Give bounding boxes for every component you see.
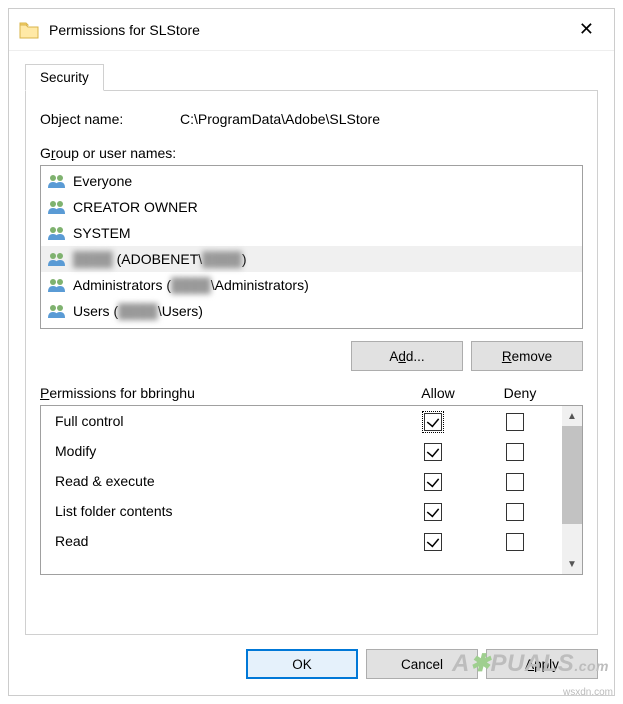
permissions-header: Permissions for bbringhu Allow Deny — [40, 385, 583, 401]
permissions-dialog: Permissions for SLStore ✕ Security Objec… — [8, 8, 615, 696]
column-deny: Deny — [479, 385, 561, 401]
remove-button[interactable]: Remove — [471, 341, 583, 371]
group-user-list[interactable]: EveryoneCREATOR OWNERSYSTEM████ (ADOBENE… — [40, 165, 583, 329]
permission-name: Read & execute — [55, 468, 392, 494]
close-button[interactable]: ✕ — [569, 15, 604, 44]
users-icon — [47, 173, 67, 189]
content-area: Security Object name: C:\ProgramData\Ado… — [9, 51, 614, 635]
list-item[interactable]: SYSTEM — [41, 220, 582, 246]
tab-security[interactable]: Security — [25, 64, 104, 91]
allow-checkbox[interactable] — [424, 473, 442, 491]
permission-row: Modify — [41, 436, 562, 466]
users-icon — [47, 277, 67, 293]
deny-checkbox[interactable] — [506, 503, 524, 521]
object-name-value: C:\ProgramData\Adobe\SLStore — [180, 111, 380, 127]
list-buttons: Add... Remove — [40, 341, 583, 371]
scroll-thumb[interactable] — [562, 426, 582, 524]
deny-checkbox[interactable] — [506, 413, 524, 431]
object-name-label: Object name: — [40, 111, 180, 127]
tab-strip: Security — [25, 63, 598, 91]
allow-checkbox[interactable] — [424, 503, 442, 521]
security-panel: Object name: C:\ProgramData\Adobe\SLStor… — [25, 91, 598, 635]
scrollbar[interactable]: ▲ ▼ — [562, 406, 582, 574]
list-item[interactable]: Users (████\Users) — [41, 298, 582, 324]
permission-name: List folder contents — [55, 498, 392, 524]
object-name-row: Object name: C:\ProgramData\Adobe\SLStor… — [40, 111, 583, 127]
column-allow: Allow — [397, 385, 479, 401]
permissions-list: Full control Modify Read & execute List fol… — [40, 405, 583, 575]
permission-row: List folder contents — [41, 496, 562, 526]
users-icon — [47, 225, 67, 241]
apply-button[interactable]: Apply — [486, 649, 598, 679]
list-item[interactable]: Everyone — [41, 168, 582, 194]
users-icon — [47, 251, 67, 267]
users-icon — [47, 303, 67, 319]
list-item[interactable]: ████ (ADOBENET\████) — [41, 246, 582, 272]
permission-row: Full control — [41, 406, 562, 436]
cancel-button[interactable]: Cancel — [366, 649, 478, 679]
permission-name: Modify — [55, 438, 392, 464]
list-item[interactable]: Administrators (████\Administrators) — [41, 272, 582, 298]
scroll-up[interactable]: ▲ — [562, 406, 582, 426]
deny-checkbox[interactable] — [506, 473, 524, 491]
permission-row: Read — [41, 526, 562, 556]
allow-checkbox[interactable] — [424, 533, 442, 551]
users-icon — [47, 199, 67, 215]
credit: wsxdn.com — [563, 687, 613, 698]
add-button[interactable]: Add... — [351, 341, 463, 371]
permission-row: Read & execute — [41, 466, 562, 496]
dialog-buttons: OK Cancel Apply — [9, 635, 614, 695]
permission-name: Full control — [55, 408, 392, 434]
permission-name: Read — [55, 528, 392, 554]
scroll-down[interactable]: ▼ — [562, 554, 582, 574]
folder-icon — [19, 21, 39, 39]
ok-button[interactable]: OK — [246, 649, 358, 679]
window-title: Permissions for SLStore — [49, 22, 569, 38]
list-item[interactable]: CREATOR OWNER — [41, 194, 582, 220]
allow-checkbox[interactable] — [424, 413, 442, 431]
deny-checkbox[interactable] — [506, 533, 524, 551]
group-user-label: Group or user names: — [40, 145, 583, 161]
allow-checkbox[interactable] — [424, 443, 442, 461]
titlebar: Permissions for SLStore ✕ — [9, 9, 614, 51]
deny-checkbox[interactable] — [506, 443, 524, 461]
